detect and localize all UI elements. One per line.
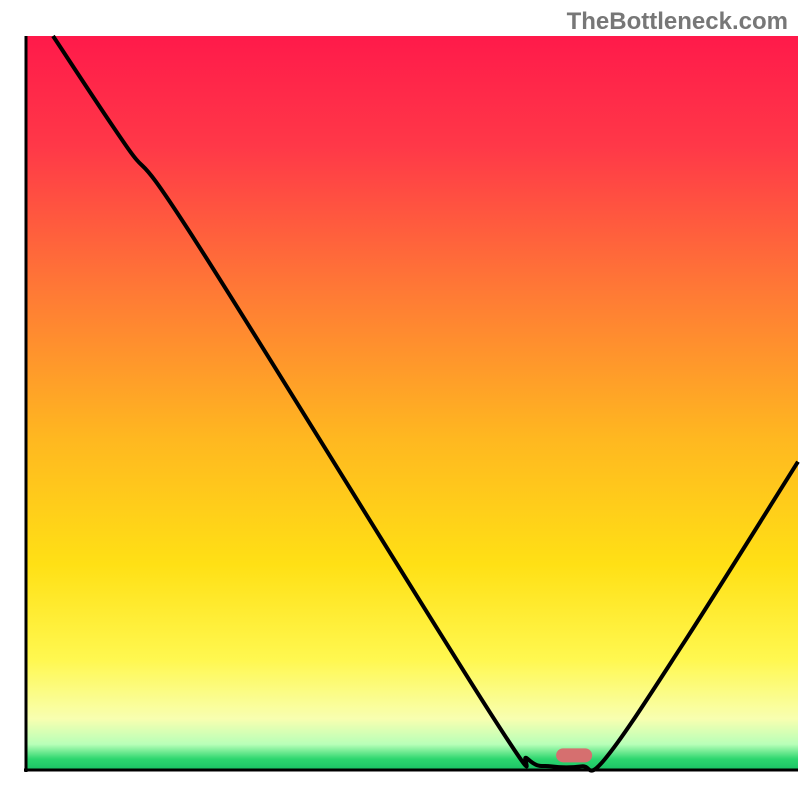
- plot-background: [26, 36, 798, 770]
- chart-svg: [0, 0, 800, 800]
- chart-container: TheBottleneck.com: [0, 0, 800, 800]
- optimum-marker: [556, 748, 592, 762]
- watermark-text: TheBottleneck.com: [567, 8, 788, 36]
